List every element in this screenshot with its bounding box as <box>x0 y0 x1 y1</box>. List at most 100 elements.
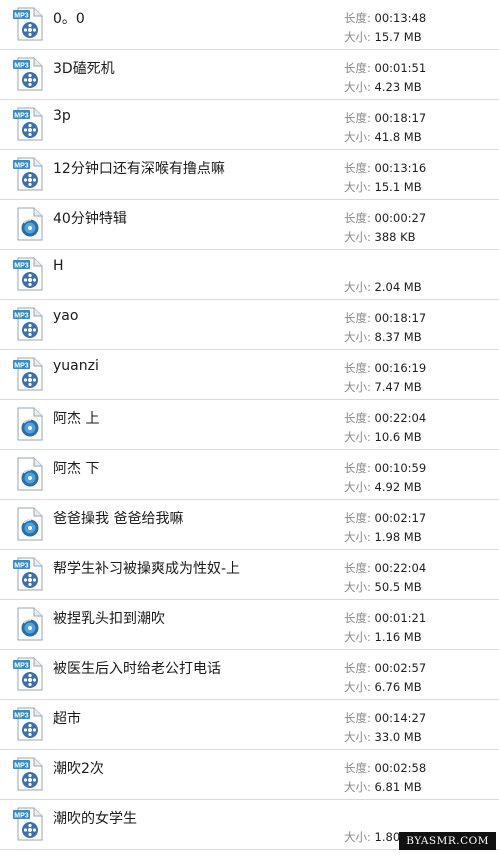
svg-text:MP3: MP3 <box>14 313 29 320</box>
file-duration: 长度: 00:02:57 <box>344 660 426 676</box>
file-size: 大小: 10.6 MB <box>344 429 422 445</box>
duration-label: 长度: <box>344 361 371 375</box>
file-size: 大小: 15.1 MB <box>344 179 422 195</box>
file-duration: 长度: 00:10:59 <box>344 460 426 476</box>
file-size: 大小: 388 KB <box>344 229 416 245</box>
duration-label: 长度: <box>344 511 371 525</box>
file-row[interactable]: MP3 0。0 长度: 00:13:48 大小: 15.7 MB <box>0 0 499 50</box>
duration-value: 00:02:17 <box>374 511 427 525</box>
size-value: 50.5 MB <box>374 580 422 594</box>
file-name[interactable]: 被医生后入时给老公打电话 <box>53 658 221 678</box>
duration-value: 00:14:27 <box>374 711 427 725</box>
size-value: 33.0 MB <box>374 730 422 744</box>
size-label: 大小: <box>344 330 371 344</box>
file-row[interactable]: MP3 帮学生补习被操爽成为性奴-上 长度: 00:22:04 大小: 50.5 MB <box>0 550 499 600</box>
mp3-file-icon: MP3 <box>13 357 45 391</box>
file-name[interactable]: 潮吹2次 <box>53 758 104 778</box>
file-name[interactable]: 3p <box>53 108 71 124</box>
size-label: 大小: <box>344 480 371 494</box>
svg-text:MP3: MP3 <box>14 663 29 670</box>
file-name[interactable]: 40分钟特辑 <box>53 208 127 228</box>
duration-value: 00:01:51 <box>374 61 427 75</box>
file-name[interactable]: yuanzi <box>53 358 99 374</box>
file-row[interactable]: MP3 3p 长度: 00:18:17 大小: 41.8 MB <box>0 100 499 150</box>
file-duration: 长度: 00:16:19 <box>344 360 426 376</box>
file-size: 大小: 6.76 MB <box>344 679 422 695</box>
size-label: 大小: <box>344 280 371 294</box>
file-size: 大小: 4.23 MB <box>344 79 422 95</box>
size-label: 大小: <box>344 680 371 694</box>
mp3-file-icon: MP3 <box>13 7 45 41</box>
file-row[interactable]: 40分钟特辑 长度: 00:00:27 大小: 388 KB <box>0 200 499 250</box>
file-size: 大小: 2.04 MB <box>344 279 422 295</box>
file-size: 大小: 8.37 MB <box>344 329 422 345</box>
file-row[interactable]: MP3 yuanzi 长度: 00:16:19 大小: 7.47 MB <box>0 350 499 400</box>
file-size: 大小: 33.0 MB <box>344 729 422 745</box>
file-name[interactable]: 被捏乳头扣到潮吹 <box>53 608 165 628</box>
file-name[interactable]: 阿杰 上 <box>53 408 99 428</box>
file-row[interactable]: 阿杰 上 长度: 00:22:04 大小: 10.6 MB <box>0 400 499 450</box>
duration-value: 00:01:21 <box>374 611 427 625</box>
svg-text:MP3: MP3 <box>14 263 29 270</box>
duration-value: 00:02:58 <box>374 761 427 775</box>
file-name[interactable]: 3D磕死机 <box>53 58 115 78</box>
duration-label: 长度: <box>344 461 371 475</box>
size-value: 4.92 MB <box>374 480 422 494</box>
duration-label: 长度: <box>344 311 371 325</box>
size-value: 10.6 MB <box>374 430 422 444</box>
watermark: BYASMR.COM <box>399 832 496 850</box>
duration-label: 长度: <box>344 211 371 225</box>
duration-value: 00:16:19 <box>374 361 427 375</box>
duration-label: 长度: <box>344 11 371 25</box>
file-name[interactable]: 12分钟口还有深喉有撸点嘛 <box>53 158 225 178</box>
duration-label: 长度: <box>344 61 371 75</box>
size-value: 1.16 MB <box>374 630 422 644</box>
file-name[interactable]: 超市 <box>53 708 81 728</box>
file-name[interactable]: 0。0 <box>53 8 85 28</box>
file-name[interactable]: 帮学生补习被操爽成为性奴-上 <box>53 558 240 578</box>
file-name[interactable]: H <box>53 258 64 274</box>
file-size: 大小: 4.92 MB <box>344 479 422 495</box>
size-value: 8.37 MB <box>374 330 422 344</box>
file-name[interactable]: yao <box>53 308 78 324</box>
svg-text:MP3: MP3 <box>14 63 29 70</box>
file-list: MP3 0。0 长度: 00:13:48 大小: 15.7 MB MP3 3D磕死机 长度:… <box>0 0 499 850</box>
file-name[interactable]: 爸爸操我 爸爸给我嘛 <box>53 508 183 528</box>
file-name[interactable]: 潮吹的女学生 <box>53 808 137 828</box>
mp3-file-icon: MP3 <box>13 657 45 691</box>
duration-value: 00:13:16 <box>374 161 427 175</box>
file-row[interactable]: MP3 潮吹2次 长度: 00:02:58 大小: 6.81 MB <box>0 750 499 800</box>
file-row[interactable]: MP3 H 大小: 2.04 MB <box>0 250 499 300</box>
file-row[interactable]: MP3 3D磕死机 长度: 00:01:51 大小: 4.23 MB <box>0 50 499 100</box>
file-row[interactable]: MP3 12分钟口还有深喉有撸点嘛 长度: 00:13:16 大小: 15.1 MB <box>0 150 499 200</box>
size-value: 6.76 MB <box>374 680 422 694</box>
duration-label: 长度: <box>344 411 371 425</box>
size-label: 大小: <box>344 230 371 244</box>
svg-text:MP3: MP3 <box>14 13 29 20</box>
size-label: 大小: <box>344 380 371 394</box>
size-value: 1.98 MB <box>374 530 422 544</box>
duration-value: 00:18:17 <box>374 111 427 125</box>
mp3-file-icon: MP3 <box>13 807 45 841</box>
size-label: 大小: <box>344 30 371 44</box>
file-row[interactable]: MP3 被医生后入时给老公打电话 长度: 00:02:57 大小: 6.76 MB <box>0 650 499 700</box>
mp3-file-icon: MP3 <box>13 707 45 741</box>
audio-file-icon <box>13 457 45 491</box>
size-label: 大小: <box>344 80 371 94</box>
svg-text:MP3: MP3 <box>14 363 29 370</box>
file-row[interactable]: MP3 yao 长度: 00:18:17 大小: 8.37 MB <box>0 300 499 350</box>
mp3-file-icon: MP3 <box>13 307 45 341</box>
file-size: 大小: 7.47 MB <box>344 379 422 395</box>
file-row[interactable]: 阿杰 下 长度: 00:10:59 大小: 4.92 MB <box>0 450 499 500</box>
file-name[interactable]: 阿杰 下 <box>53 458 99 478</box>
file-duration: 长度: 00:22:04 <box>344 560 426 576</box>
file-size: 大小: 15.7 MB <box>344 29 422 45</box>
file-size: 大小: 50.5 MB <box>344 579 422 595</box>
size-value: 15.7 MB <box>374 30 422 44</box>
file-row[interactable]: MP3 超市 长度: 00:14:27 大小: 33.0 MB <box>0 700 499 750</box>
file-row[interactable]: 被捏乳头扣到潮吹 长度: 00:01:21 大小: 1.16 MB <box>0 600 499 650</box>
file-size: 大小: 6.81 MB <box>344 779 422 795</box>
file-row[interactable]: 爸爸操我 爸爸给我嘛 长度: 00:02:17 大小: 1.98 MB <box>0 500 499 550</box>
size-value: 41.8 MB <box>374 130 422 144</box>
file-duration: 长度: 00:22:04 <box>344 410 426 426</box>
